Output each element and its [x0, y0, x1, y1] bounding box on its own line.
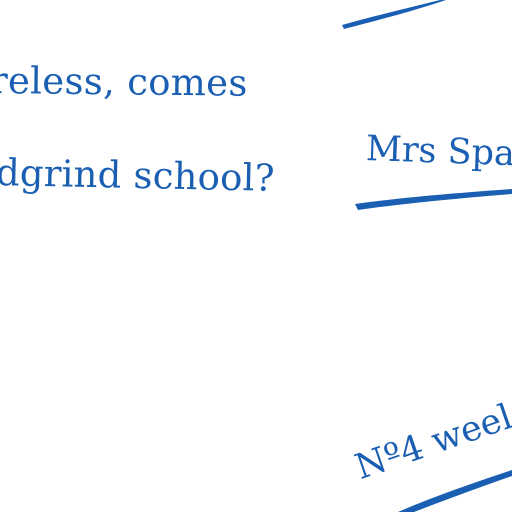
top-underline-stroke [342, 0, 446, 29]
week-underline-stroke [398, 470, 512, 512]
sentence-line-2: dgrind school? [0, 151, 276, 200]
teacher-name-label: Mrs Spa [365, 129, 512, 175]
handwritten-note-canvas: reless, comes dgrind school? Mrs Spa Nº4… [0, 0, 512, 512]
name-underline-stroke [355, 189, 512, 210]
sentence-line-1: reless, comes [0, 59, 248, 105]
week-number-label: Nº4 weel [350, 397, 512, 488]
